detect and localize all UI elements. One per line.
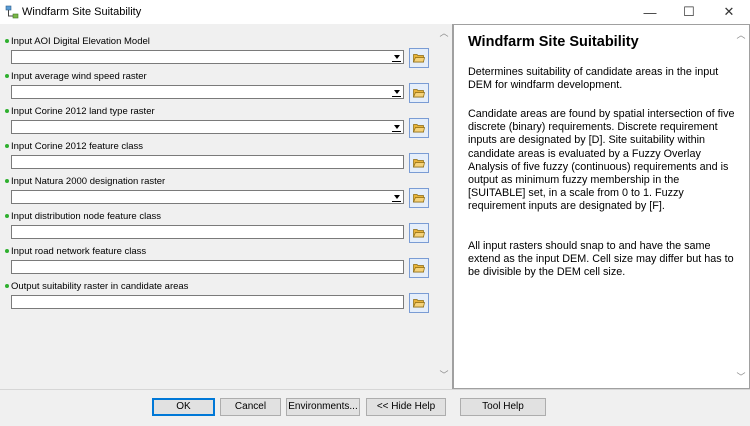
parameters-pane: Input AOI Digital Elevation Model Input …: [0, 24, 451, 389]
scroll-up-icon[interactable]: ︿: [438, 28, 450, 38]
scroll-down-icon[interactable]: ﹀: [438, 370, 450, 380]
open-folder-icon: [413, 264, 425, 273]
scroll-up-icon[interactable]: ︿: [735, 28, 747, 41]
field-row-wind-speed: Input average wind speed raster: [0, 65, 451, 103]
required-indicator: [5, 179, 9, 183]
window-title: Windfarm Site Suitability: [22, 6, 142, 18]
field-label: Input distribution node feature class: [11, 211, 161, 222]
required-indicator: [5, 109, 9, 113]
wind-speed-dropdown[interactable]: [11, 85, 404, 99]
open-folder-icon: [413, 229, 425, 238]
open-folder-icon: [413, 124, 425, 133]
required-indicator: [5, 39, 9, 43]
field-label: Input Corine 2012 land type raster: [11, 106, 155, 117]
help-paragraph: Candidate areas are found by spatial int…: [468, 108, 735, 213]
title-bar: Windfarm Site Suitability — ☐ ✕: [0, 0, 750, 24]
field-row-corine-raster: Input Corine 2012 land type raster: [0, 100, 451, 138]
open-folder-icon: [413, 54, 425, 63]
maximize-button[interactable]: ☐: [672, 0, 706, 24]
open-folder-icon: [413, 159, 425, 168]
field-label: Input Corine 2012 feature class: [11, 141, 144, 152]
natura-dropdown[interactable]: [11, 190, 404, 204]
field-label: Input Natura 2000 designation raster: [11, 176, 166, 187]
open-folder-icon: [413, 89, 425, 98]
cancel-button[interactable]: Cancel: [220, 398, 281, 416]
field-label: Input road network feature class: [11, 246, 147, 257]
field-row-output: Output suitability raster in candidate a…: [0, 275, 451, 313]
tool-icon: [5, 5, 19, 19]
required-indicator: [5, 214, 9, 218]
distribution-node-input[interactable]: [11, 225, 404, 239]
open-folder-icon: [413, 299, 425, 308]
required-indicator: [5, 74, 9, 78]
button-bar: OK Cancel Environments... << Hide Help T…: [0, 389, 750, 426]
required-indicator: [5, 284, 9, 288]
tool-help-button[interactable]: Tool Help: [460, 398, 546, 416]
field-row-natura: Input Natura 2000 designation raster: [0, 170, 451, 208]
field-label: Output suitability raster in candidate a…: [11, 281, 189, 292]
required-indicator: [5, 144, 9, 148]
hide-help-button[interactable]: << Hide Help: [366, 398, 446, 416]
help-paragraph: Determines suitability of candidate area…: [468, 66, 719, 92]
required-indicator: [5, 249, 9, 253]
field-row-road-network: Input road network feature class: [0, 240, 451, 278]
minimize-button[interactable]: —: [633, 0, 667, 24]
help-title: Windfarm Site Suitability: [468, 34, 639, 50]
dem-dropdown[interactable]: [11, 50, 404, 64]
open-folder-icon: [413, 194, 425, 203]
close-button[interactable]: ✕: [712, 0, 746, 24]
road-network-input[interactable]: [11, 260, 404, 274]
scroll-down-icon[interactable]: ﹀: [735, 370, 747, 383]
help-pane: Windfarm Site Suitability Determines sui…: [453, 24, 750, 389]
environments-button[interactable]: Environments...: [286, 398, 360, 416]
corine-feature-input[interactable]: [11, 155, 404, 169]
field-row-dem: Input AOI Digital Elevation Model: [0, 30, 451, 68]
help-paragraph: All input rasters should snap to and hav…: [468, 240, 734, 279]
field-label: Input AOI Digital Elevation Model: [11, 36, 150, 47]
field-row-corine-feature: Input Corine 2012 feature class: [0, 135, 451, 173]
output-raster-input[interactable]: [11, 295, 404, 309]
corine-raster-dropdown[interactable]: [11, 120, 404, 134]
ok-button[interactable]: OK: [152, 398, 215, 416]
browse-button[interactable]: [409, 293, 429, 313]
field-label: Input average wind speed raster: [11, 71, 147, 82]
field-row-distribution-node: Input distribution node feature class: [0, 205, 451, 243]
